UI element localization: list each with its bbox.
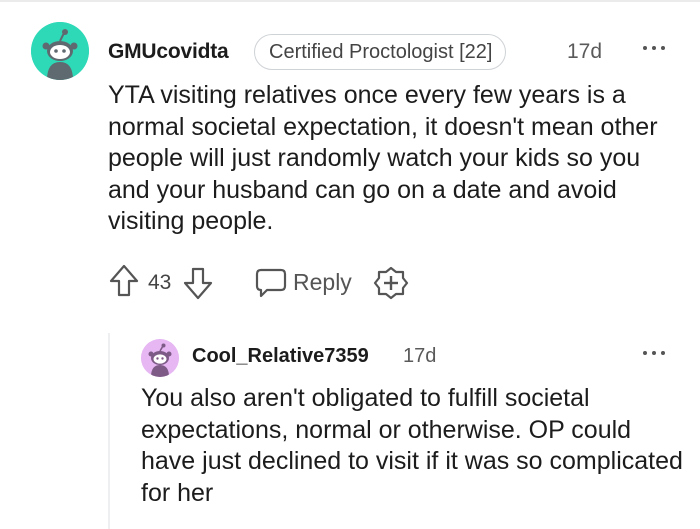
reply-button[interactable]: Reply [293,269,352,296]
thread-line[interactable] [108,333,110,529]
arrow-down-icon[interactable] [182,265,214,301]
award-plus-icon[interactable] [373,265,409,301]
speech-bubble-icon[interactable] [254,267,288,299]
more-dots-icon[interactable] [640,38,670,58]
reply-author[interactable]: Cool_Relative7359 [192,345,369,368]
vote-score: 43 [148,271,172,294]
arrow-up-icon[interactable] [108,263,140,299]
comment-body: YTA visiting relatives once every few ye… [108,81,658,235]
comment-timestamp: 17d [567,40,603,63]
comment: GMUcovidta Certified Proctologist [22] 1… [0,0,700,529]
user-flair-badge: Certified Proctologist [22] [254,34,507,70]
more-dots-icon[interactable] [640,343,670,363]
reply-body: You also aren't obligated to fulfill soc… [141,384,683,507]
snoo-avatar-icon[interactable] [31,22,89,80]
comment-author[interactable]: GMUcovidta [108,40,229,64]
reply-timestamp: 17d [403,345,437,367]
snoo-avatar-icon[interactable] [141,339,179,377]
